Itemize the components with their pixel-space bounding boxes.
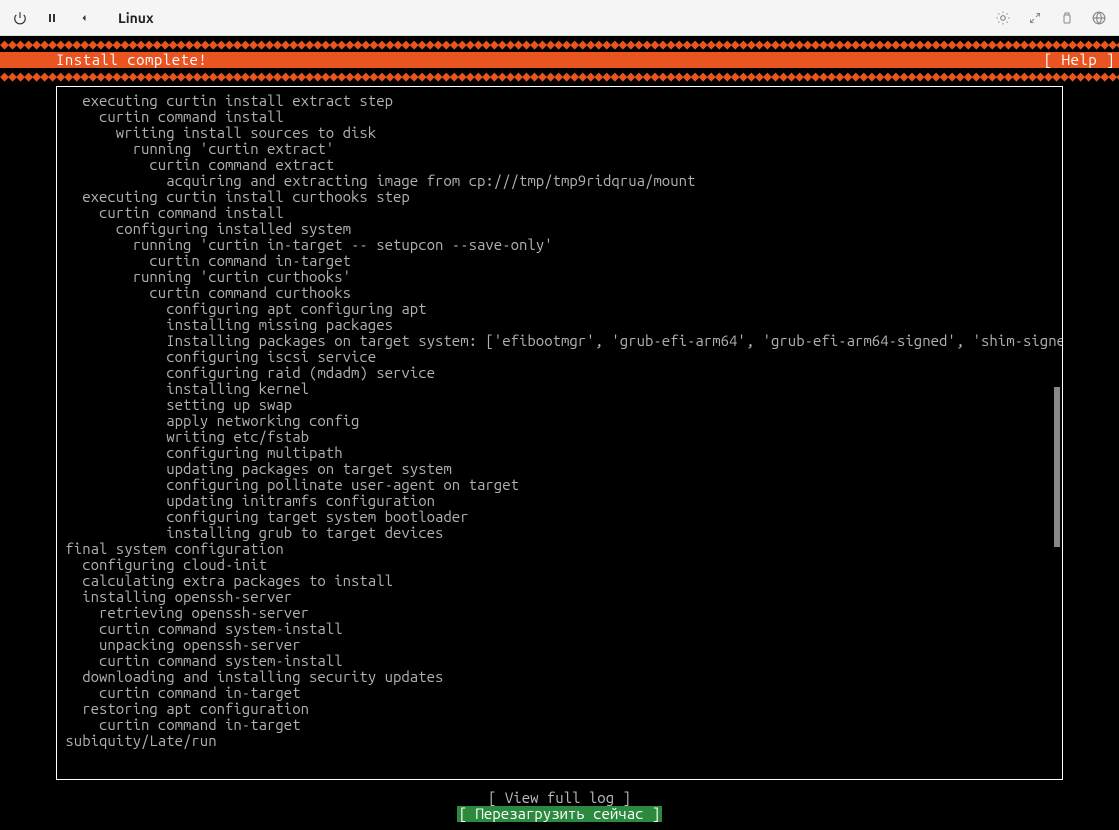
- reboot-now-button[interactable]: [ Перезагрузить сейчас ]: [457, 806, 663, 822]
- installer-title: Install complete!: [56, 52, 207, 68]
- scrollbar-thumb[interactable]: [1054, 387, 1060, 547]
- installer-header: Install complete! [ Help ]: [0, 52, 1119, 68]
- view-full-log-button[interactable]: [ View full log ]: [488, 790, 631, 806]
- terminal-area: ◆◆◆◆◆◆◆◆◆◆◆◆◆◆◆◆◆◆◆◆◆◆◆◆◆◆◆◆◆◆◆◆◆◆◆◆◆◆◆◆…: [0, 36, 1119, 830]
- action-buttons: [ View full log ] [ Перезагрузить сейчас…: [0, 790, 1119, 822]
- back-icon[interactable]: [76, 10, 92, 26]
- help-button[interactable]: [ Help ]: [1044, 52, 1115, 68]
- pause-icon[interactable]: [44, 10, 60, 26]
- usb-icon[interactable]: [1059, 10, 1075, 26]
- log-frame: executing curtin install extract step cu…: [56, 86, 1063, 780]
- globe-icon[interactable]: [1091, 10, 1107, 26]
- diamond-strip-bottom: ◆◆◆◆◆◆◆◆◆◆◆◆◆◆◆◆◆◆◆◆◆◆◆◆◆◆◆◆◆◆◆◆◆◆◆◆◆◆◆◆…: [0, 68, 1119, 84]
- power-icon[interactable]: [12, 10, 28, 26]
- fullscreen-icon[interactable]: [1027, 10, 1043, 26]
- brightness-icon[interactable]: [995, 10, 1011, 26]
- install-log: executing curtin install extract step cu…: [57, 87, 1062, 755]
- diamond-strip-top: ◆◆◆◆◆◆◆◆◆◆◆◆◆◆◆◆◆◆◆◆◆◆◆◆◆◆◆◆◆◆◆◆◆◆◆◆◆◆◆◆…: [0, 36, 1119, 52]
- window-titlebar: Linux: [0, 0, 1119, 36]
- window-title: Linux: [118, 10, 154, 26]
